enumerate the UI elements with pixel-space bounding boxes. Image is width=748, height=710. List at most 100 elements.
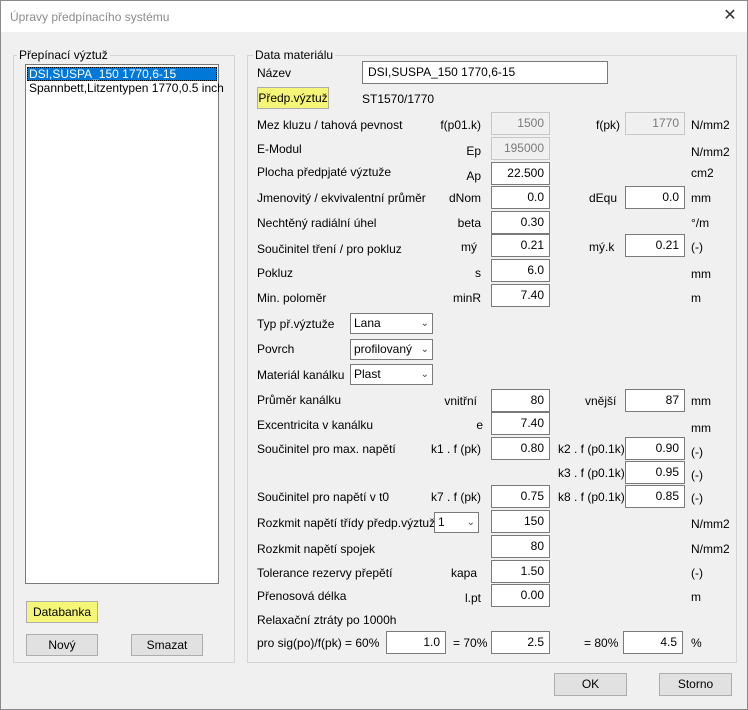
excentricita-unit: mm (691, 421, 711, 435)
relax-80-field[interactable]: 4.5 (623, 631, 683, 654)
kanalek-field[interactable]: 80 (491, 389, 550, 412)
nazev-label: Název (257, 66, 292, 80)
mez-field-2[interactable]: 1770 (625, 112, 685, 135)
maxnapeti-sym: k1 . f (pk) (430, 442, 481, 456)
napetit0-sym: k7 . f (pk) (430, 490, 481, 504)
relax-60-field[interactable]: 1.0 (386, 631, 446, 654)
prumer-label: Jmenovitý / ekvivalentní průměr (257, 191, 426, 205)
nazev-field[interactable]: DSI,SUSPA_150 1770,6-15 (362, 61, 608, 84)
pokluz-sym: s (475, 266, 481, 280)
tolerance-label: Tolerance rezervy přepětí (257, 566, 393, 580)
prumer-sym: dNom (448, 191, 481, 205)
napetit0-field[interactable]: 0.75 (491, 485, 550, 508)
list-item[interactable]: DSI,SUSPA_150 1770,6-15 (27, 67, 217, 81)
tendon-list[interactable]: DSI,SUSPA_150 1770,6-15 Spannbett,Litzen… (25, 64, 224, 584)
plocha-unit: cm2 (691, 166, 714, 180)
list-item[interactable]: Spannbett,Litzentypen 1770,0.5 inch (27, 81, 224, 95)
relax-80-label: = 80% (584, 636, 619, 650)
ok-button[interactable]: OK (554, 673, 627, 696)
prumer-sym2: dEqu (589, 191, 618, 205)
prenos-field[interactable]: 0.00 (491, 584, 550, 607)
napetit0-label: Součinitel pro napětí v t0 (257, 490, 390, 504)
close-icon[interactable]: ✕ (716, 4, 744, 28)
polomer-field[interactable]: 7.40 (491, 284, 550, 307)
material-select[interactable]: Plast ⌄ (350, 364, 433, 385)
excentricita-field[interactable]: 7.40 (491, 412, 550, 435)
rozkmit1-select[interactable]: 1 ⌄ (434, 512, 479, 533)
relax-pro-label: pro sig(po)/f(pk) = 60% (257, 636, 380, 650)
novy-button[interactable]: Nový (26, 634, 98, 656)
relax-70-field[interactable]: 2.5 (491, 631, 550, 654)
pokluz-field[interactable]: 6.0 (491, 259, 550, 282)
prumer-field[interactable]: 0.0 (491, 186, 550, 209)
pokluz-unit: mm (691, 267, 711, 281)
kanalek-sym: vnitřní (444, 394, 477, 408)
window-title: Úpravy předpínacího systému (10, 10, 170, 24)
tolerance-unit: (-) (691, 566, 703, 580)
treni-field-2[interactable]: 0.21 (625, 234, 685, 257)
title-bar: Úpravy předpínacího systému ✕ (1, 1, 747, 32)
typ-label: Typ př.výztuže (257, 317, 335, 331)
relax-unit: % (691, 636, 702, 650)
rozkmit2-unit: N/mm2 (691, 542, 730, 556)
prepinaci-vyztuz-label: Přepínací výztuž (17, 48, 110, 62)
smazat-button[interactable]: Smazat (131, 634, 203, 656)
emodul-unit: N/mm2 (691, 145, 730, 159)
maxnapeti-field-3[interactable]: 0.95 (625, 461, 685, 484)
data-materialu-label: Data materiálu (253, 48, 336, 62)
treni-label: Součinitel tření / pro pokluz (257, 242, 402, 256)
treni-field[interactable]: 0.21 (491, 234, 550, 257)
povrch-select-value: profilovaný (354, 342, 413, 356)
storno-button[interactable]: Storno (659, 673, 732, 696)
treni-sym: mý (461, 240, 477, 254)
typ-select[interactable]: Lana ⌄ (350, 313, 433, 334)
kanalek-field-2[interactable]: 87 (625, 389, 685, 412)
plocha-label: Plocha předpjaté výztuže (257, 165, 392, 179)
material-select-value: Plast (354, 367, 381, 381)
maxnapeti-field-2[interactable]: 0.90 (625, 437, 685, 460)
rozkmit2-field[interactable]: 80 (491, 535, 550, 558)
excentricita-label: Excentricita v kanálku (257, 418, 374, 432)
prumer-field-2[interactable]: 0.0 (625, 186, 685, 209)
maxnapeti-unit: (-) (691, 445, 703, 459)
dialog-window: Úpravy předpínacího systému ✕ Přepínací … (0, 0, 748, 710)
emodul-field[interactable]: 195000 (491, 137, 550, 160)
chevron-down-icon: ⌄ (420, 344, 429, 355)
chevron-down-icon: ⌄ (420, 369, 429, 380)
polomer-label: Min. poloměr (257, 291, 327, 305)
rozkmit1-field[interactable]: 150 (491, 510, 550, 533)
maxnapeti-sym3: k3 . f (p0.1k) (558, 466, 625, 480)
kanalek-unit: mm (691, 394, 711, 408)
databanka-button[interactable]: Databanka (26, 601, 98, 623)
predp-vyztuz-button[interactable]: Předp.výztuž (257, 87, 329, 109)
tolerance-sym: kapa (450, 566, 477, 580)
prenos-sym: l.pt (464, 591, 481, 605)
uhel-unit: °/m (691, 216, 710, 230)
maxnapeti-field[interactable]: 0.80 (491, 437, 550, 460)
kanalek-sym2: vnější (585, 394, 617, 408)
mez-field[interactable]: 1500 (491, 112, 550, 135)
tolerance-field[interactable]: 1.50 (491, 560, 550, 583)
prenos-unit: m (691, 590, 701, 604)
prenos-label: Přenosová délka (257, 589, 347, 603)
napetit0-unit: (-) (691, 491, 703, 505)
typ-select-value: Lana (354, 316, 381, 330)
prumer-unit: mm (691, 191, 711, 205)
kanalek-label: Průměr kanálku (257, 393, 342, 407)
mez-sym: f(p01.k) (440, 118, 481, 132)
uhel-field[interactable]: 0.30 (491, 211, 550, 234)
napetit0-field-2[interactable]: 0.85 (625, 485, 685, 508)
chevron-down-icon: ⌄ (466, 517, 475, 528)
mez-unit: N/mm2 (691, 118, 730, 132)
mez-label: Mez kluzu / tahová pevnost (257, 118, 403, 132)
rozkmit2-label: Rozkmit napětí spojek (257, 542, 376, 556)
mez-sym2: f(pk) (596, 118, 620, 132)
treni-sym2: mý.k (589, 240, 615, 254)
pokluz-label: Pokluz (257, 266, 294, 280)
emodul-label: E-Modul (257, 142, 302, 156)
treni-unit: (-) (691, 240, 703, 254)
povrch-select[interactable]: profilovaný ⌄ (350, 339, 433, 360)
plocha-field[interactable]: 22.500 (491, 162, 550, 185)
emodul-sym: Ep (466, 144, 481, 158)
polomer-sym: minR (452, 291, 481, 305)
